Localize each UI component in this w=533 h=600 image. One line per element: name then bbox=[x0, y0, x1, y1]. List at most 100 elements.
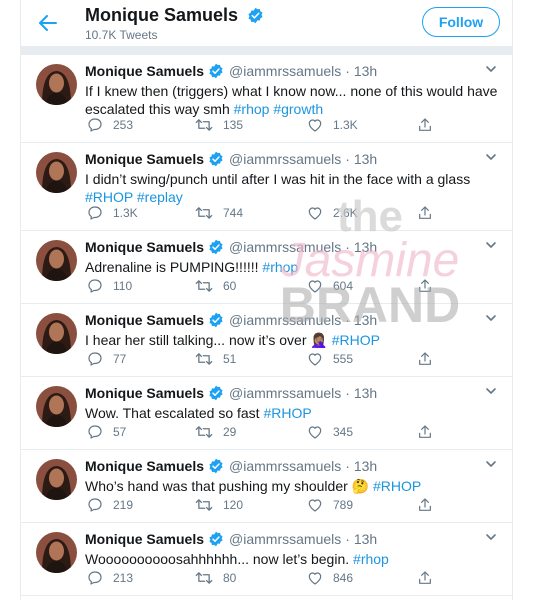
like-button[interactable]: 2.6K bbox=[307, 205, 358, 221]
tweet-header: Monique Samuels @iammrssamuels · 13h bbox=[85, 149, 500, 169]
share-icon bbox=[417, 570, 433, 586]
share-button[interactable] bbox=[417, 351, 433, 367]
like-button[interactable]: 789 bbox=[307, 497, 353, 513]
tweet-author-name[interactable]: Monique Samuels bbox=[85, 383, 204, 403]
retweet-icon bbox=[195, 117, 213, 133]
share-button[interactable] bbox=[417, 278, 433, 294]
back-button[interactable] bbox=[35, 10, 61, 36]
hashtag-link[interactable]: #RHOP #replay bbox=[85, 189, 183, 205]
avatar[interactable] bbox=[36, 459, 77, 500]
tweet-time[interactable]: · 13h bbox=[345, 310, 377, 330]
tweet-handle[interactable]: @iammrssamuels bbox=[229, 383, 341, 403]
tweet-handle[interactable]: @iammrssamuels bbox=[229, 529, 341, 549]
share-button[interactable] bbox=[417, 570, 433, 586]
hashtag-link[interactable]: #rhop bbox=[353, 551, 389, 567]
tweet[interactable]: Monique Samuels @iammrssamuels · 13h I d… bbox=[21, 143, 512, 231]
tweet-time[interactable]: · 13h bbox=[345, 149, 377, 169]
heart-icon bbox=[307, 570, 323, 586]
tweet-time[interactable]: · 13h bbox=[345, 529, 377, 549]
share-button[interactable] bbox=[417, 424, 433, 440]
like-count: 604 bbox=[333, 279, 354, 293]
chevron-down-icon[interactable] bbox=[484, 384, 498, 398]
reply-icon bbox=[87, 424, 103, 440]
tweet[interactable]: Monique Samuels @iammrssamuels · 13h Adr… bbox=[21, 231, 512, 304]
reply-button[interactable]: 213 bbox=[87, 570, 133, 586]
avatar[interactable] bbox=[36, 240, 77, 281]
retweet-button[interactable]: 51 bbox=[195, 351, 236, 367]
like-button[interactable]: 1.3K bbox=[307, 117, 358, 133]
tweet-handle[interactable]: @iammrssamuels bbox=[229, 237, 341, 257]
hashtag-link[interactable]: #rhop #growth bbox=[234, 101, 324, 117]
reply-button[interactable]: 253 bbox=[87, 117, 133, 133]
like-button[interactable]: 345 bbox=[307, 424, 353, 440]
reply-count: 219 bbox=[113, 498, 134, 512]
tweet-handle[interactable]: @iammrssamuels bbox=[229, 61, 341, 81]
share-button[interactable] bbox=[417, 117, 433, 133]
chevron-down-icon[interactable] bbox=[484, 311, 498, 325]
tweet-actions: 77 51 555 bbox=[87, 351, 431, 367]
tweet[interactable]: Monique Samuels @iammrssamuels · 13h Wow… bbox=[21, 377, 512, 450]
reply-button[interactable]: 110 bbox=[87, 278, 132, 294]
share-button[interactable] bbox=[417, 497, 433, 513]
reply-button[interactable]: 219 bbox=[87, 497, 133, 513]
tweet-author-name[interactable]: Monique Samuels bbox=[85, 61, 204, 81]
tweet-handle[interactable]: @iammrssamuels bbox=[229, 149, 341, 169]
avatar[interactable] bbox=[36, 152, 77, 193]
reply-button[interactable]: 1.3K bbox=[87, 205, 138, 221]
retweet-icon bbox=[195, 351, 213, 367]
hashtag-link[interactable]: #rhop bbox=[262, 259, 298, 275]
hashtag-link[interactable]: #RHOP bbox=[263, 405, 311, 421]
tweet-author-name[interactable]: Monique Samuels bbox=[85, 310, 204, 330]
tweet-content: Monique Samuels @iammrssamuels · 13h Wow… bbox=[85, 383, 500, 422]
chevron-down-icon[interactable] bbox=[484, 62, 498, 76]
like-count: 789 bbox=[333, 498, 354, 512]
verified-badge-icon bbox=[208, 385, 224, 401]
avatar[interactable] bbox=[36, 313, 77, 354]
hashtag-link[interactable]: #RHOP bbox=[332, 332, 380, 348]
tweet-text: Adrenaline is PUMPING!!!!!! #rhop bbox=[85, 259, 299, 275]
tweet[interactable]: Monique Samuels @iammrssamuels · 13h If … bbox=[21, 55, 512, 143]
tweet-actions: 57 29 345 bbox=[87, 424, 431, 440]
follow-button[interactable]: Follow bbox=[422, 7, 500, 37]
tweet-author-name[interactable]: Monique Samuels bbox=[85, 149, 204, 169]
profile-header: Monique Samuels 10.7K Tweets Follow bbox=[21, 0, 512, 47]
chevron-down-icon[interactable] bbox=[484, 238, 498, 252]
retweet-count: 135 bbox=[223, 118, 244, 132]
tweet[interactable]: Monique Samuels @iammrssamuels · 13h Who… bbox=[21, 450, 512, 523]
tweet-time[interactable]: · 13h bbox=[345, 383, 377, 403]
tweet-count: 10.7K Tweets bbox=[85, 28, 158, 42]
chevron-down-icon[interactable] bbox=[484, 457, 498, 471]
tweet-text: Woooooooooosahhhhhh... now let’s begin. … bbox=[85, 551, 389, 567]
tweet-time[interactable]: · 13h bbox=[345, 456, 377, 476]
retweet-button[interactable]: 80 bbox=[195, 570, 236, 586]
avatar[interactable] bbox=[36, 532, 77, 573]
tweet-handle[interactable]: @iammrssamuels bbox=[229, 456, 341, 476]
tweet-content: Monique Samuels @iammrssamuels · 13h Adr… bbox=[85, 237, 500, 276]
retweet-button[interactable]: 120 bbox=[195, 497, 243, 513]
retweet-button[interactable]: 135 bbox=[195, 117, 243, 133]
retweet-button[interactable]: 60 bbox=[195, 278, 236, 294]
share-button[interactable] bbox=[417, 205, 433, 221]
tweet-time[interactable]: · 13h bbox=[345, 61, 377, 81]
like-button[interactable]: 846 bbox=[307, 570, 353, 586]
tweet-content: Monique Samuels @iammrssamuels · 13h Woo… bbox=[85, 529, 500, 568]
chevron-down-icon[interactable] bbox=[484, 530, 498, 544]
reply-button[interactable]: 77 bbox=[87, 351, 126, 367]
tweet[interactable]: Monique Samuels @iammrssamuels · 13h I h… bbox=[21, 304, 512, 377]
chevron-down-icon[interactable] bbox=[484, 150, 498, 164]
tweet-author-name[interactable]: Monique Samuels bbox=[85, 456, 204, 476]
verified-badge-icon bbox=[208, 458, 224, 474]
hashtag-link[interactable]: #RHOP bbox=[373, 478, 421, 494]
reply-button[interactable]: 57 bbox=[87, 424, 126, 440]
avatar[interactable] bbox=[36, 64, 77, 105]
like-button[interactable]: 555 bbox=[307, 351, 353, 367]
avatar[interactable] bbox=[36, 386, 77, 427]
tweet-author-name[interactable]: Monique Samuels bbox=[85, 529, 204, 549]
retweet-button[interactable]: 29 bbox=[195, 424, 236, 440]
tweet-author-name[interactable]: Monique Samuels bbox=[85, 237, 204, 257]
tweet-handle[interactable]: @iammrssamuels bbox=[229, 310, 341, 330]
like-button[interactable]: 604 bbox=[307, 278, 353, 294]
tweet-time[interactable]: · 13h bbox=[345, 237, 377, 257]
retweet-button[interactable]: 744 bbox=[195, 205, 243, 221]
tweet[interactable]: Monique Samuels @iammrssamuels · 13h Woo… bbox=[21, 523, 512, 596]
